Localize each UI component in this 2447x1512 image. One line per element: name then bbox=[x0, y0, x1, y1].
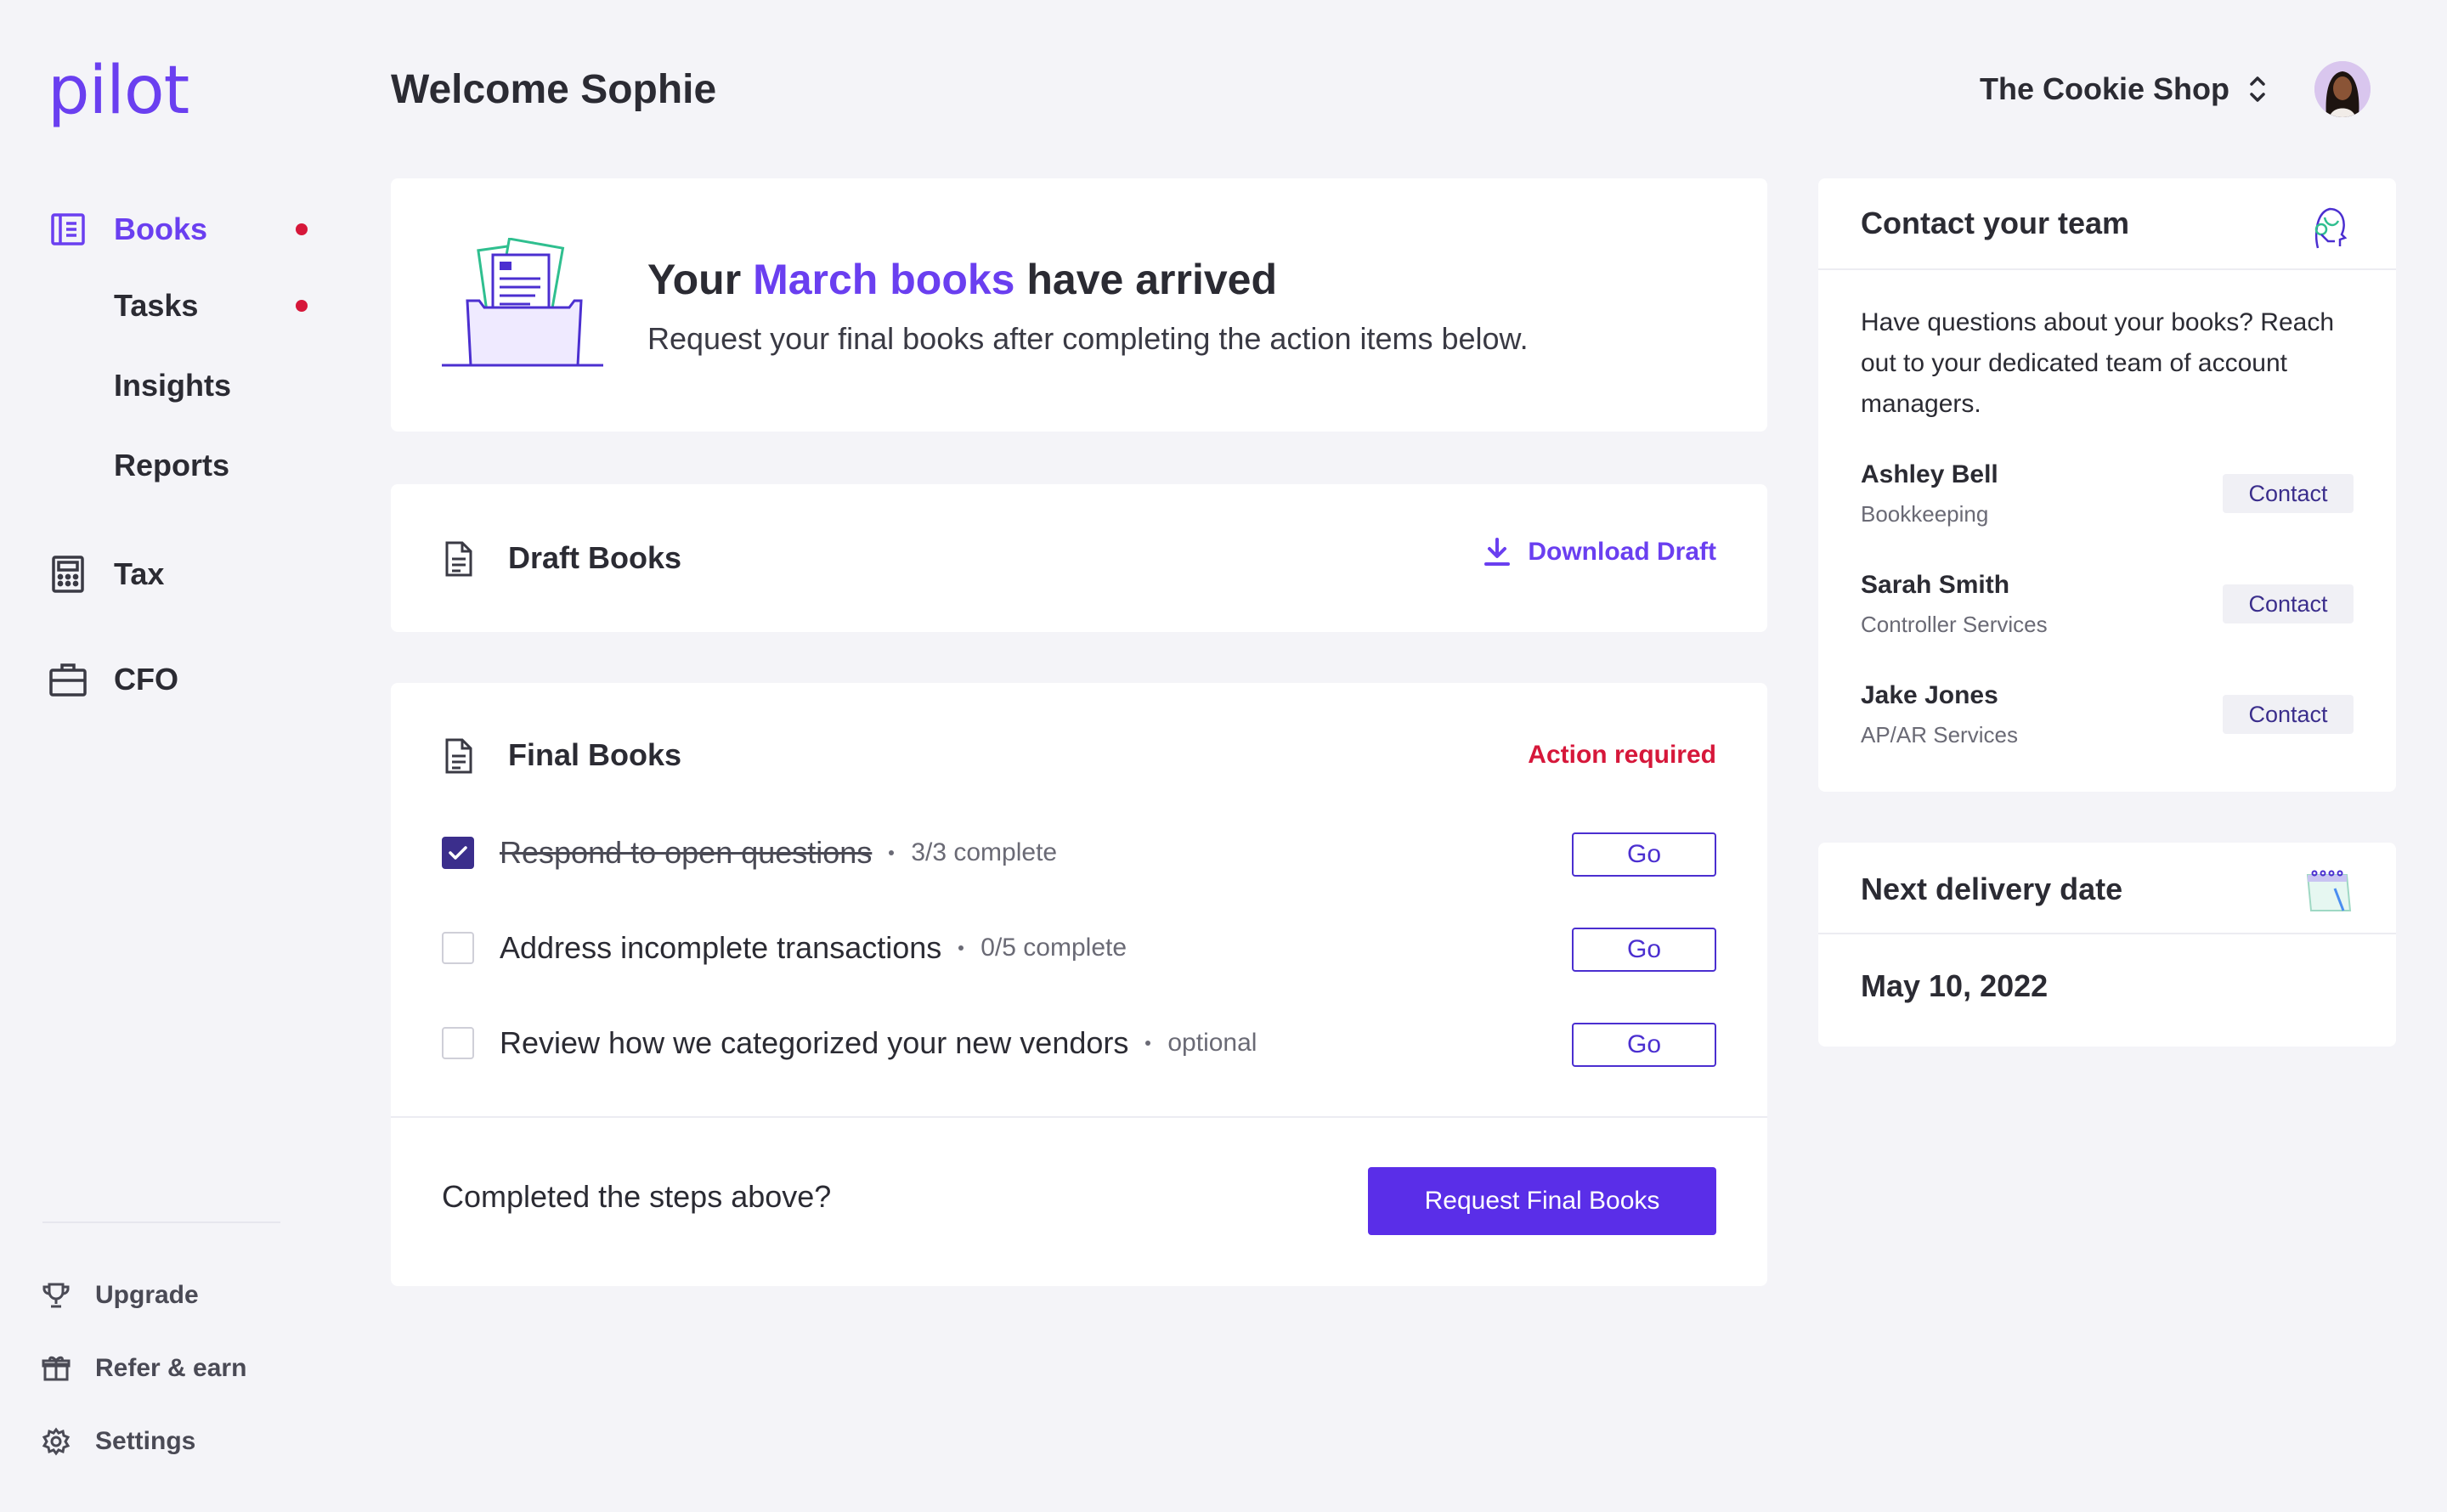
trophy-icon bbox=[41, 1280, 71, 1311]
hero-title: Your March books have arrived bbox=[647, 256, 1278, 303]
separator-dot bbox=[889, 850, 895, 855]
sidebar-item-label: CFO bbox=[114, 662, 178, 697]
task-row: Respond to open questions 3/3 complete G… bbox=[442, 827, 1716, 878]
final-books-title: Final Books bbox=[508, 737, 682, 772]
task-checkbox[interactable] bbox=[442, 932, 474, 964]
company-switcher[interactable]: The Cookie Shop bbox=[1980, 71, 2267, 107]
delivery-date: May 10, 2022 bbox=[1861, 968, 2049, 1003]
briefcase-icon bbox=[48, 659, 88, 700]
task-row: Review how we categorized your new vendo… bbox=[442, 1018, 1716, 1069]
task-label: Respond to open questions bbox=[500, 835, 873, 870]
go-button[interactable]: Go bbox=[1572, 1023, 1716, 1067]
sidebar-divider bbox=[42, 1221, 280, 1223]
divider bbox=[1818, 268, 2396, 270]
completed-prompt: Completed the steps above? bbox=[442, 1179, 832, 1214]
company-name: The Cookie Shop bbox=[1980, 71, 2230, 106]
next-delivery-card: Next delivery date May 10, 2022 bbox=[1818, 843, 2396, 1047]
next-delivery-title: Next delivery date bbox=[1861, 872, 2123, 906]
hero-title-accent: March books bbox=[753, 256, 1015, 303]
go-button[interactable]: Go bbox=[1572, 832, 1716, 877]
sidebar-item-label: Refer & earn bbox=[95, 1354, 247, 1382]
draft-books-title: Draft Books bbox=[508, 540, 682, 575]
support-agent-icon bbox=[2301, 200, 2355, 255]
sidebar-item-label: Books bbox=[114, 212, 208, 246]
divider bbox=[1818, 933, 2396, 934]
calculator-icon bbox=[48, 554, 88, 595]
separator-dot bbox=[958, 945, 964, 951]
pilot-logo[interactable]: pilot bbox=[48, 53, 189, 129]
sidebar-item-label: Tasks bbox=[114, 288, 199, 323]
sidebar-item-label: Settings bbox=[95, 1427, 196, 1455]
document-icon bbox=[442, 540, 476, 578]
contact-button[interactable]: Contact bbox=[2223, 695, 2354, 734]
divider bbox=[391, 1116, 1767, 1118]
go-button[interactable]: Go bbox=[1572, 928, 1716, 972]
contact-button[interactable]: Contact bbox=[2223, 584, 2354, 623]
notification-dot bbox=[296, 300, 308, 312]
team-member: Sarah Smith Controller Services Contact bbox=[1861, 571, 2354, 656]
task-progress: 3/3 complete bbox=[911, 838, 1058, 866]
sidebar-item-label: Reports bbox=[114, 448, 230, 482]
task-optional-tag: optional bbox=[1167, 1029, 1257, 1057]
sidebar-item-refer[interactable]: Refer & earn bbox=[41, 1347, 246, 1390]
calendar-icon bbox=[2301, 863, 2355, 917]
task-row: Address incomplete transactions 0/5 comp… bbox=[442, 922, 1716, 973]
download-draft-link[interactable]: Download Draft bbox=[1483, 537, 1716, 567]
gift-icon bbox=[41, 1353, 71, 1384]
sidebar-item-cfo[interactable]: CFO bbox=[48, 654, 178, 705]
sidebar-item-label: Insights bbox=[114, 368, 232, 403]
document-icon bbox=[442, 737, 476, 775]
team-member: Jake Jones AP/AR Services Contact bbox=[1861, 681, 2354, 766]
page-title: Welcome Sophie bbox=[391, 67, 717, 112]
request-final-books-button[interactable]: Request Final Books bbox=[1368, 1167, 1716, 1235]
contact-button[interactable]: Contact bbox=[2223, 474, 2354, 513]
avatar[interactable] bbox=[2314, 61, 2371, 117]
contact-team-title: Contact your team bbox=[1861, 206, 2130, 240]
download-draft-label: Download Draft bbox=[1528, 538, 1716, 566]
action-required-badge: Action required bbox=[1528, 741, 1716, 769]
check-icon bbox=[449, 846, 467, 860]
task-progress: 0/5 complete bbox=[980, 934, 1127, 962]
contact-intro-text: Have questions about your books? Reach o… bbox=[1861, 308, 2335, 418]
task-label: Address incomplete transactions bbox=[500, 930, 942, 965]
task-checkbox[interactable] bbox=[442, 837, 474, 869]
sidebar-item-books[interactable]: Books bbox=[48, 204, 308, 255]
sidebar-item-tax[interactable]: Tax bbox=[48, 549, 164, 600]
task-checkbox[interactable] bbox=[442, 1027, 474, 1059]
team-member: Ashley Bell Bookkeeping Contact bbox=[1861, 460, 2354, 545]
sidebar-item-upgrade[interactable]: Upgrade bbox=[41, 1274, 199, 1317]
books-folder-illustration bbox=[442, 237, 603, 382]
sidebar-item-label: Upgrade bbox=[95, 1281, 199, 1309]
contact-team-card: Contact your team Have questions about y… bbox=[1818, 178, 2396, 792]
books-arrived-card: Your March books have arrived Request yo… bbox=[391, 178, 1767, 432]
sidebar-item-settings[interactable]: Settings bbox=[41, 1420, 195, 1463]
hero-subtitle: Request your final books after completin… bbox=[647, 321, 1529, 356]
notification-dot bbox=[296, 223, 308, 235]
separator-dot bbox=[1145, 1041, 1151, 1046]
sidebar-item-label: Tax bbox=[114, 556, 165, 591]
chevron-up-down-icon bbox=[2248, 74, 2267, 104]
draft-books-card: Draft Books Download Draft bbox=[391, 484, 1767, 632]
task-label: Review how we categorized your new vendo… bbox=[500, 1025, 1129, 1060]
gear-icon bbox=[41, 1426, 71, 1457]
final-books-card: Final Books Action required Respond to o… bbox=[391, 683, 1767, 1286]
book-icon bbox=[48, 209, 88, 250]
download-icon bbox=[1483, 537, 1511, 567]
